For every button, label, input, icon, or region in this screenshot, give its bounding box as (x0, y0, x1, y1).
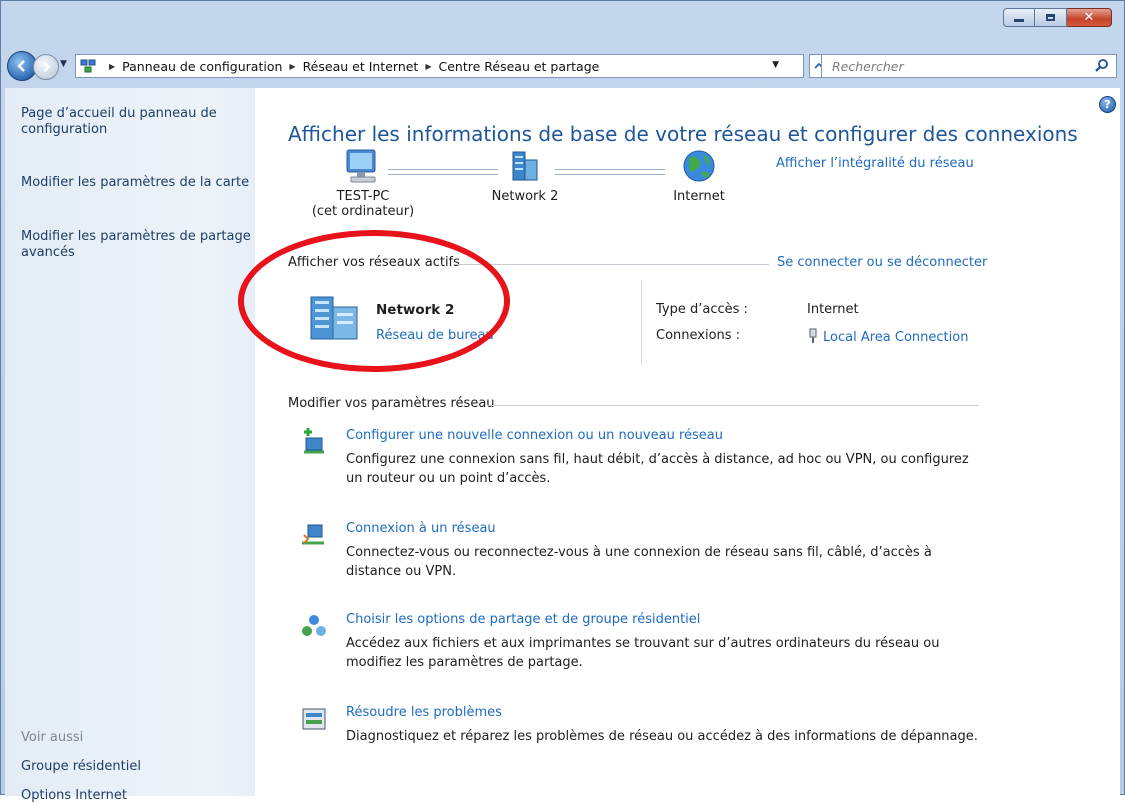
arrow-right-icon (43, 61, 51, 73)
map-internet-name: Internet (673, 189, 725, 204)
new-connection-icon (304, 428, 324, 454)
map-node-network[interactable]: Network 2 (455, 148, 595, 204)
computer-icon (346, 149, 376, 183)
homegroup-icon (302, 615, 326, 636)
forward-button[interactable] (33, 54, 59, 80)
connections-value-row: Local Area Connection (807, 328, 968, 345)
task-troubleshoot: Résoudre les problèmes Diagnostiquez et … (300, 705, 990, 755)
chevron-down-icon[interactable]: ▼ (772, 60, 779, 70)
content-area: Page d’accueil du panneau de configurati… (5, 88, 1120, 803)
breadcrumb-network-internet[interactable]: Réseau et Internet (303, 59, 419, 74)
close-button[interactable]: ✕ (1067, 8, 1112, 27)
close-icon: ✕ (1083, 10, 1095, 25)
active-network-name: Network 2 (376, 302, 455, 318)
search-input[interactable] (830, 57, 1074, 75)
recent-pages-dropdown[interactable]: ▼ (60, 59, 67, 69)
chevron-right-icon: ▶ (425, 61, 432, 71)
sharing-options-desc: Accédez aux fichiers et aux imprimantes … (346, 636, 940, 670)
task-connect-network: Connexion à un réseau Connectez-vous ou … (300, 521, 990, 591)
divider (641, 280, 642, 365)
maximize-icon (1046, 14, 1055, 21)
troubleshoot-icon (302, 708, 326, 730)
breadcrumb-control-panel[interactable]: Panneau de configuration (122, 59, 282, 74)
troubleshoot-link[interactable]: Résoudre les problèmes (346, 705, 502, 720)
change-settings-heading: Modifier vos paramètres réseau (288, 396, 495, 411)
task-sharing-options: Choisir les options de partage et de gro… (300, 612, 990, 682)
search-icon[interactable] (1094, 58, 1110, 74)
full-map-link[interactable]: Afficher l’intégralité du réseau (776, 156, 974, 171)
office-network-icon[interactable] (305, 293, 369, 343)
divider (455, 264, 769, 265)
maximize-button[interactable] (1035, 8, 1067, 27)
new-connection-link[interactable]: Configurer une nouvelle connexion ou un … (346, 428, 723, 443)
map-computer-sub: (cet ordinateur) (311, 204, 415, 219)
connect-network-link[interactable]: Connexion à un réseau (346, 521, 496, 536)
troubleshoot-desc: Diagnostiquez et réparez les problèmes d… (346, 729, 978, 744)
network-folder-icon (80, 59, 96, 73)
window-frame: ✕ ▼ ▶ Panneau de configuration ▶ Réseau … (0, 0, 1125, 803)
connect-disconnect-link[interactable]: Se connecter ou se déconnecter (777, 255, 987, 270)
minimize-button[interactable] (1003, 8, 1035, 27)
sidebar-item-advanced-sharing[interactable]: Modifier les paramètres de partage avanc… (21, 229, 251, 261)
connect-network-desc: Connectez-vous ou reconnectez-vous à une… (346, 545, 932, 579)
network-type-link[interactable]: Réseau de bureau (376, 328, 494, 343)
map-node-internet[interactable]: Internet (639, 148, 759, 204)
network-icon (512, 151, 538, 181)
connections-label: Connexions : (656, 328, 741, 343)
task-new-connection: Configurer une nouvelle connexion ou un … (300, 428, 990, 498)
divider (487, 405, 979, 406)
sidebar-item-control-panel-home[interactable]: Page d’accueil du panneau de configurati… (21, 106, 251, 138)
globe-icon (683, 150, 715, 182)
new-connection-desc: Configurez une connexion sans fil, haut … (346, 452, 969, 486)
sidebar-item-homegroup[interactable]: Groupe résidentiel (21, 759, 251, 775)
breadcrumb-network-center[interactable]: Centre Réseau et partage (439, 59, 600, 74)
sharing-options-link[interactable]: Choisir les options de partage et de gro… (346, 612, 700, 627)
sidebar-item-internet-options[interactable]: Options Internet (21, 788, 251, 804)
sidebar-item-adapter-settings[interactable]: Modifier les paramètres de la carte (21, 175, 251, 191)
local-area-connection-link[interactable]: Local Area Connection (823, 330, 968, 345)
connect-network-icon (302, 524, 324, 545)
access-type-value: Internet (807, 302, 859, 317)
map-computer-name: TEST-PC (336, 189, 390, 204)
breadcrumb[interactable]: ▶ Panneau de configuration ▶ Réseau et I… (75, 54, 804, 78)
search-box[interactable] (821, 54, 1117, 78)
active-networks-heading: Afficher vos réseaux actifs (288, 255, 460, 270)
ethernet-icon (809, 328, 817, 343)
map-node-computer[interactable]: TEST-PC (cet ordinateur) (303, 148, 423, 219)
chevron-right-icon: ▶ (109, 61, 116, 71)
access-type-label: Type d’accès : (656, 302, 748, 317)
see-also-label: Voir aussi (21, 730, 84, 745)
arrow-left-icon (17, 60, 25, 72)
chevron-right-icon: ▶ (289, 61, 296, 71)
sidebar: Page d’accueil du panneau de configurati… (5, 88, 255, 803)
minimize-icon (1014, 19, 1024, 22)
address-bar: ▼ ▶ Panneau de configuration ▶ Réseau et… (1, 47, 1124, 87)
page-title: Afficher les informations de base de vot… (288, 122, 1078, 146)
caption-buttons: ✕ (1003, 8, 1112, 27)
help-icon[interactable]: ? (1099, 96, 1116, 113)
main-panel: ? Afficher les informations de base de v… (255, 88, 1120, 796)
map-network-name: Network 2 (491, 189, 559, 204)
